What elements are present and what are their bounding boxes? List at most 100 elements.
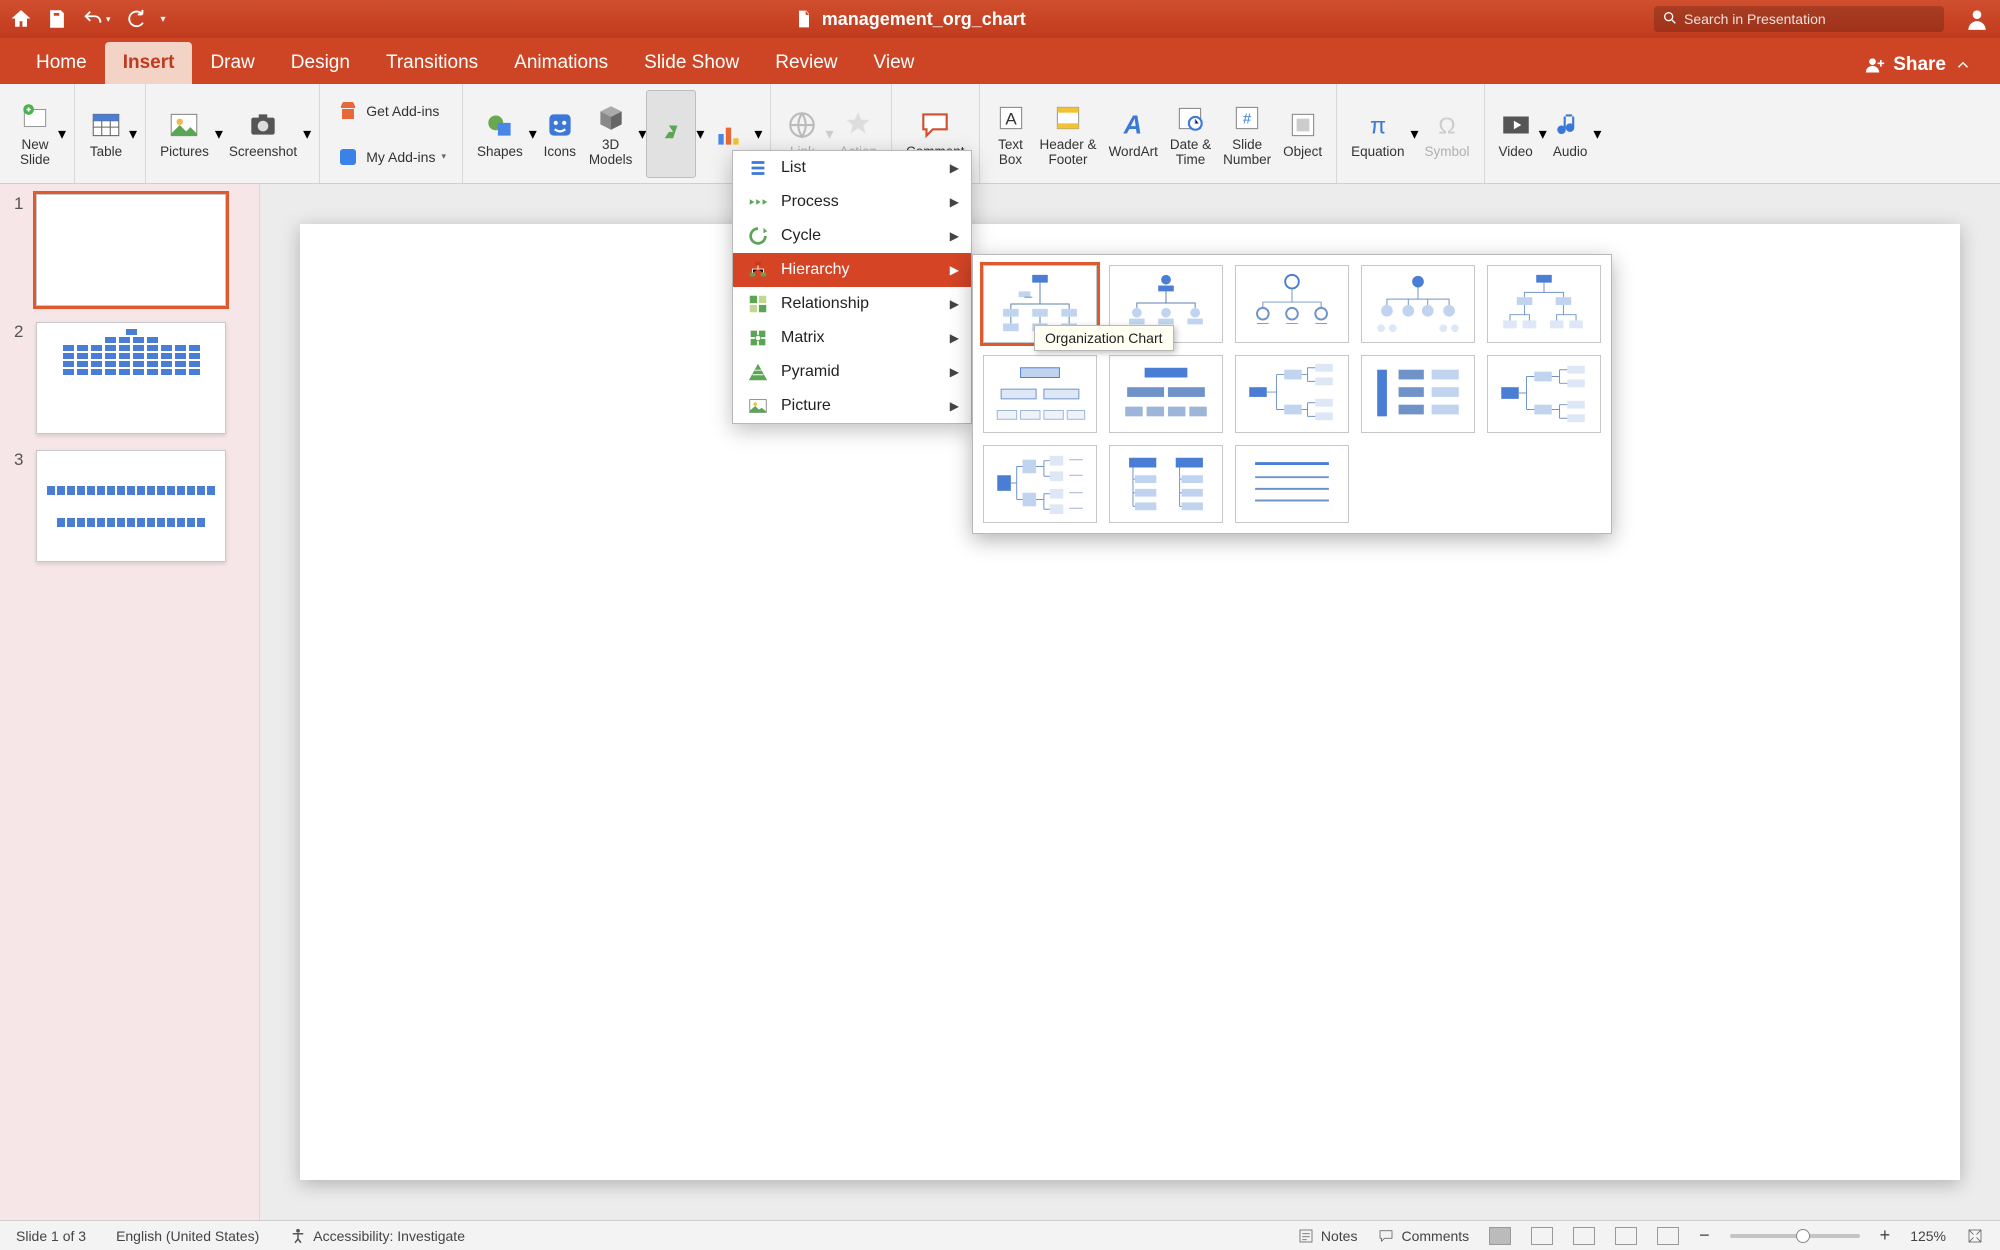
- datetime-icon: [1173, 101, 1207, 135]
- share-button[interactable]: Share: [1855, 54, 1982, 84]
- cube-icon: [594, 101, 628, 135]
- gallery-horizontal-org[interactable]: [1235, 355, 1349, 433]
- account-icon[interactable]: [1964, 6, 1990, 32]
- equation-button[interactable]: π Equation: [1345, 90, 1410, 178]
- smartart-item-process[interactable]: Process▶: [733, 185, 971, 219]
- gallery-horizontal-multi[interactable]: [1361, 355, 1475, 433]
- zoom-value[interactable]: 125%: [1910, 1228, 1946, 1244]
- gallery-hierarchy[interactable]: [1487, 265, 1601, 343]
- smartart-item-hierarchy[interactable]: Hierarchy▶: [733, 253, 971, 287]
- hierarchy-icon: [747, 259, 769, 281]
- tab-draw[interactable]: Draw: [192, 42, 272, 84]
- tab-insert[interactable]: Insert: [105, 42, 193, 84]
- wordart-button[interactable]: A WordArt: [1103, 90, 1164, 178]
- tab-home[interactable]: Home: [18, 42, 105, 84]
- slide-thumb-3[interactable]: [36, 450, 226, 562]
- slide-thumb-2[interactable]: [36, 322, 226, 434]
- gallery-horizontal-labeled[interactable]: [983, 445, 1097, 523]
- view-normal[interactable]: [1489, 1227, 1511, 1245]
- new-slide-button[interactable]: New Slide: [12, 90, 58, 178]
- thumb-number-3: 3: [14, 450, 26, 562]
- screenshot-button[interactable]: Screenshot: [223, 90, 303, 178]
- undo-icon[interactable]: [82, 8, 104, 30]
- gallery-lined-list[interactable]: [1235, 445, 1349, 523]
- table-dropdown[interactable]: ▾: [129, 124, 137, 144]
- shapes-button[interactable]: Shapes: [471, 90, 529, 178]
- svg-text:A: A: [1005, 109, 1017, 128]
- smartart-item-picture[interactable]: Picture▶: [733, 389, 971, 423]
- tab-view[interactable]: View: [856, 42, 933, 84]
- notes-button[interactable]: Notes: [1297, 1227, 1358, 1245]
- new-slide-dropdown[interactable]: ▾: [58, 124, 66, 144]
- search-input[interactable]: [1654, 6, 1944, 32]
- pictures-button[interactable]: Pictures: [154, 90, 215, 178]
- status-slide[interactable]: Slide 1 of 3: [16, 1228, 86, 1244]
- tab-design[interactable]: Design: [273, 42, 368, 84]
- zoom-out[interactable]: −: [1699, 1225, 1710, 1246]
- svg-text:#: #: [1243, 111, 1252, 127]
- screenshot-icon: [246, 108, 280, 142]
- screenshot-dropdown[interactable]: ▾: [303, 124, 311, 144]
- text-box-button[interactable]: A Text Box: [988, 90, 1034, 178]
- table-button[interactable]: Table: [83, 90, 129, 178]
- my-addins-button[interactable]: My Add-ins ▾: [328, 137, 454, 177]
- slide-thumb-1[interactable]: [36, 194, 226, 306]
- smartart-item-list[interactable]: List▶: [733, 151, 971, 185]
- header-footer-button[interactable]: Header & Footer: [1034, 90, 1103, 178]
- smartart-item-cycle[interactable]: Cycle▶: [733, 219, 971, 253]
- redo-icon[interactable]: [125, 8, 147, 30]
- tab-slideshow[interactable]: Slide Show: [626, 42, 757, 84]
- symbol-button[interactable]: Ω Symbol: [1418, 90, 1475, 178]
- save-icon[interactable]: [46, 8, 68, 30]
- tab-review[interactable]: Review: [757, 42, 855, 84]
- textbox-icon: A: [994, 101, 1028, 135]
- hierarchy-gallery: [972, 254, 1612, 534]
- view-sorter[interactable]: [1531, 1227, 1553, 1245]
- zoom-slider[interactable]: [1730, 1234, 1860, 1238]
- comments-button[interactable]: Comments: [1377, 1227, 1469, 1245]
- home-icon[interactable]: [10, 8, 32, 30]
- gallery-horizontal-hierarchy[interactable]: [1487, 355, 1601, 433]
- gallery-name-title-org[interactable]: [1235, 265, 1349, 343]
- new-slide-icon: [18, 101, 52, 135]
- tab-transitions[interactable]: Transitions: [368, 42, 496, 84]
- undo-dropdown[interactable]: ▾: [106, 14, 111, 25]
- view-reading[interactable]: [1573, 1227, 1595, 1245]
- datetime-button[interactable]: Date & Time: [1164, 90, 1217, 178]
- smartart-item-pyramid[interactable]: Pyramid▶: [733, 355, 971, 389]
- svg-text:π: π: [1370, 113, 1386, 139]
- tab-animations[interactable]: Animations: [496, 42, 626, 84]
- get-addins-button[interactable]: Get Add-ins: [328, 91, 454, 131]
- object-icon: [1286, 108, 1320, 142]
- relationship-icon: [747, 293, 769, 315]
- pictures-dropdown[interactable]: ▾: [215, 124, 223, 144]
- smartart-icon: [654, 117, 688, 151]
- smartart-item-matrix[interactable]: Matrix▶: [733, 321, 971, 355]
- video-button[interactable]: Video: [1493, 90, 1539, 178]
- gallery-hierarchy-list[interactable]: [1109, 445, 1223, 523]
- fit-to-window-icon[interactable]: [1966, 1227, 1984, 1245]
- icons-button[interactable]: Icons: [537, 90, 583, 178]
- status-accessibility[interactable]: Accessibility: Investigate: [289, 1227, 465, 1245]
- view-slideshow[interactable]: [1615, 1227, 1637, 1245]
- svg-text:Ω: Ω: [1438, 113, 1455, 139]
- slidenum-button[interactable]: # Slide Number: [1217, 90, 1277, 178]
- smartart-button[interactable]: [646, 90, 696, 178]
- icons-icon: [543, 108, 577, 142]
- share-icon: [1865, 55, 1885, 75]
- smartart-item-relationship[interactable]: Relationship▶: [733, 287, 971, 321]
- comment-icon: [918, 108, 952, 142]
- view-presenter[interactable]: [1657, 1227, 1679, 1245]
- status-language[interactable]: English (United States): [116, 1228, 259, 1244]
- 3d-models-button[interactable]: 3D Models: [583, 90, 639, 178]
- gallery-half-circle-org[interactable]: [1361, 265, 1475, 343]
- share-label: Share: [1893, 54, 1946, 76]
- zoom-in[interactable]: +: [1880, 1225, 1891, 1246]
- gallery-table-hierarchy[interactable]: [1109, 355, 1223, 433]
- audio-button[interactable]: Audio: [1547, 90, 1594, 178]
- pyramid-icon: [747, 361, 769, 383]
- list-icon: [747, 157, 769, 179]
- collapse-ribbon-icon[interactable]: [1954, 56, 1972, 74]
- object-button[interactable]: Object: [1277, 90, 1328, 178]
- gallery-labeled-hierarchy[interactable]: [983, 355, 1097, 433]
